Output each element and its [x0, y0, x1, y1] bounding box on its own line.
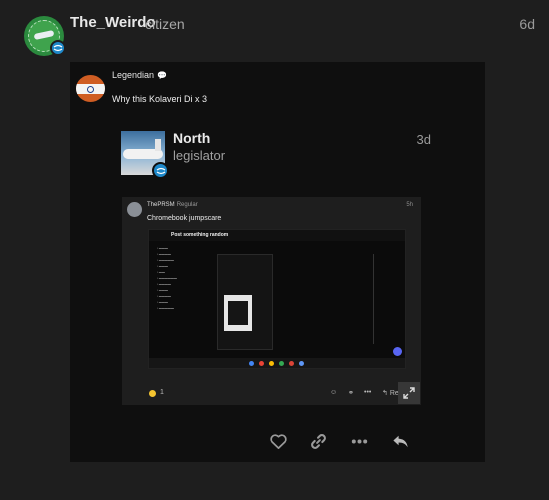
quote-text: Why this Kolaveri Di x 3: [112, 94, 208, 104]
north-card: North legislator 3d: [121, 124, 431, 184]
nested-timeline: [373, 254, 374, 344]
nested-date: 5h: [406, 202, 413, 208]
taskbar-app-icon: [259, 361, 264, 366]
speech-bubble-icon: 💬: [157, 71, 168, 80]
quote-username: Legendian 💬: [112, 70, 167, 80]
flag-wheel: [87, 86, 94, 93]
link-icon: [310, 433, 326, 449]
more-icon: [351, 439, 367, 443]
nested-sidebar: ▪ ▬▬▬ ▪ ▬▬▬▬ ▪ ▬▬▬▬▬ ▪ ▬▬▬ ▪ ▬▬ ▪ ▬▬▬▬▬▬…: [157, 246, 203, 312]
nested-desktop: Post something random ▪ ▬▬▬ ▪ ▬▬▬▬ ▪ ▬▬▬…: [148, 229, 406, 369]
north-date: 3d: [416, 132, 431, 147]
nested-text: Chromebook jumpscare: [147, 215, 222, 222]
nested-panel: [217, 254, 273, 350]
expand-icon: [403, 387, 415, 399]
post-image[interactable]: Legendian 💬 Why this Kolaveri Di x 3 Nort…: [70, 62, 485, 462]
nested-link-icon: ⚭: [348, 390, 354, 397]
taskbar-app-icon: [249, 361, 254, 366]
taskbar-app-icon: [279, 361, 284, 366]
nested-username: ThePRSM Regular: [147, 202, 198, 208]
post-username[interactable]: The_Weirdo: [70, 14, 156, 31]
like-icon: [269, 433, 287, 449]
nested-phone-image: [224, 295, 252, 331]
nested-reply-icon: ↰ Re: [382, 390, 399, 397]
reply-button[interactable]: [387, 428, 413, 454]
nested-username-text: ThePRSM: [147, 202, 175, 208]
nested-role: Regular: [176, 202, 198, 208]
north-username: North: [173, 130, 211, 146]
sidebar-line: ▪ ▬▬▬▬▬: [157, 306, 174, 310]
reply-icon: [392, 435, 408, 447]
post-header: The_Weirdo citizen 6d: [0, 0, 549, 60]
post-user-title: citizen: [145, 16, 185, 32]
taskbar-app-icon: [299, 361, 304, 366]
reaction-count: 1: [160, 389, 164, 396]
plane-fin: [155, 139, 161, 151]
nested-topic-title: Post something random: [171, 232, 229, 238]
taskbar-app-icon: [289, 361, 294, 366]
nested-footer: 1 ☺ ⚭ ••• ↰ Re: [122, 385, 421, 405]
flair-badge-icon: [50, 40, 66, 56]
quote-avatar: [76, 75, 105, 102]
nested-toolbar: Post something random: [149, 230, 405, 241]
post-date[interactable]: 6d: [519, 16, 535, 32]
copy-link-button[interactable]: [305, 428, 331, 454]
taskbar-app-icon: [269, 361, 274, 366]
north-user-title: legislator: [173, 148, 226, 163]
nested-avatar: [127, 202, 142, 217]
more-button[interactable]: [346, 428, 372, 454]
north-flair-icon: [152, 162, 169, 179]
like-button[interactable]: [265, 428, 291, 454]
nested-screenshot: ThePRSM Regular 5h Chromebook jumpscare P…: [122, 197, 421, 405]
post-actions: [265, 428, 415, 454]
quote-username-text: Legendian: [112, 70, 155, 80]
reaction-emoji-icon: [149, 390, 156, 397]
nested-more-icon: •••: [364, 389, 372, 396]
expand-image-button[interactable]: [398, 382, 420, 404]
discord-icon: [393, 347, 402, 356]
nested-emoji-icon: ☺: [330, 389, 338, 396]
nested-taskbar: [149, 358, 405, 368]
